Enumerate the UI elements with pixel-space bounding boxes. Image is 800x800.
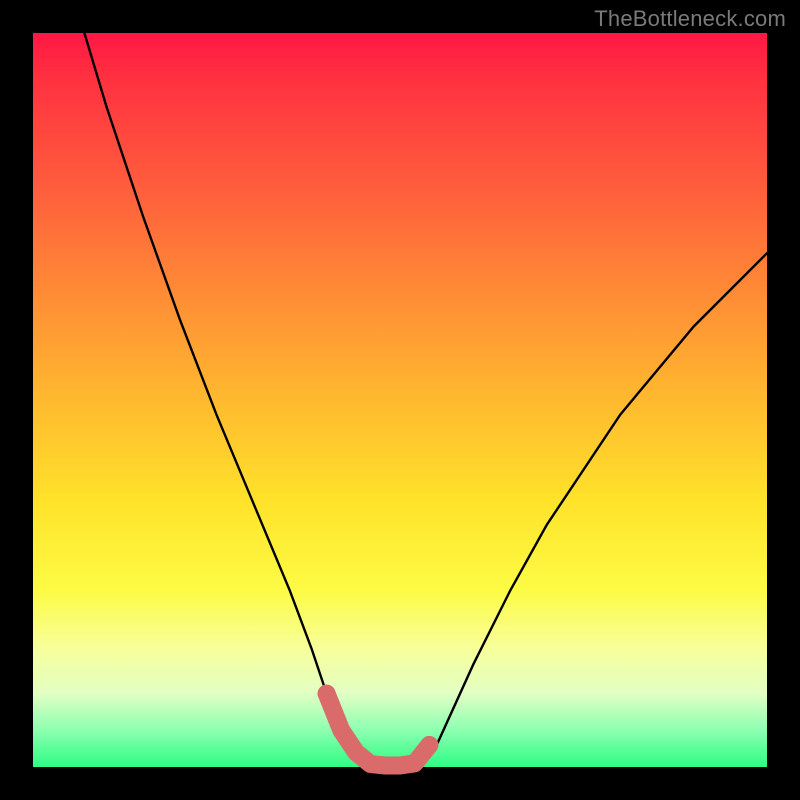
bottleneck-curve — [84, 33, 767, 766]
highlight-endpoint-right — [420, 736, 438, 754]
curve-svg — [33, 33, 767, 767]
plot-area — [33, 33, 767, 767]
highlight-band — [327, 694, 430, 766]
highlight-endpoint-left — [318, 685, 336, 703]
watermark-text: TheBottleneck.com — [594, 6, 786, 32]
chart-frame: TheBottleneck.com — [0, 0, 800, 800]
